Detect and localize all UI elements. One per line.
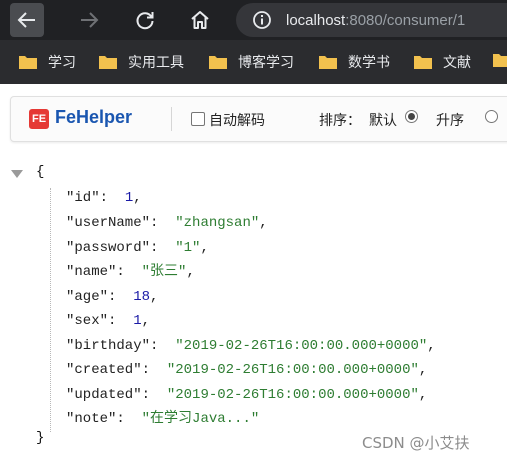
forward-button[interactable]: [72, 3, 106, 37]
json-value: "2019-02-26T16:00:00.000+0000": [166, 362, 419, 378]
json-key: "birthday": [66, 338, 151, 354]
sort-default-radio[interactable]: [405, 110, 418, 123]
json-value: "1": [175, 240, 201, 256]
bookmark-folder-math[interactable]: 数学书: [318, 52, 390, 72]
json-close-brace: }: [36, 430, 45, 446]
bookmark-folder-tools[interactable]: 实用工具: [98, 52, 184, 72]
folder-icon: [319, 56, 337, 69]
json-key: "created": [66, 362, 142, 378]
watermark-text: CSDN @小艾扶: [362, 434, 470, 452]
reload-icon: [136, 12, 154, 30]
json-row-username: "userName": "zhangsan",: [66, 215, 268, 231]
json-value: 18: [133, 289, 151, 305]
sort-asc-radio[interactable]: [485, 110, 498, 123]
json-value: "zhangsan": [175, 215, 260, 231]
json-row-note: "note": "在学习Java...": [66, 411, 260, 427]
fehelper-toolbar: FE FeHelper 自动解码 排序： 默认 升序: [10, 96, 507, 142]
json-key: "userName": [66, 215, 151, 231]
json-row-birthday: "birthday": "2019-02-26T16:00:00.000+000…: [66, 338, 436, 354]
home-button[interactable]: [183, 3, 217, 37]
json-key: "name": [66, 264, 117, 280]
json-key: "note": [66, 411, 117, 427]
folder-icon: [493, 54, 507, 67]
bookmarks-bar: 学习 实用工具 博客学习 数学书 文献: [0, 40, 507, 84]
fehelper-logo-icon: FE: [29, 109, 49, 129]
json-value: "2019-02-26T16:00:00.000+0000": [166, 387, 419, 403]
arrow-right-icon: [81, 12, 99, 28]
json-value: "在学习Java...": [141, 411, 260, 427]
bookmark-label: 实用工具: [128, 54, 184, 70]
json-key: "id": [66, 190, 100, 206]
sort-default-label[interactable]: 默认: [369, 110, 397, 130]
toolbar-divider: [171, 107, 172, 131]
json-row-updated: "updated": "2019-02-26T16:00:00.000+0000…: [66, 387, 428, 403]
auto-decode-label[interactable]: 自动解码: [209, 110, 265, 130]
json-open-brace: {: [36, 164, 45, 180]
bookmark-folder-papers[interactable]: 文献: [413, 52, 471, 72]
sort-asc-label[interactable]: 升序: [436, 110, 464, 130]
bookmark-folder-more[interactable]: [492, 52, 507, 68]
collapse-triangle-icon[interactable]: [11, 170, 23, 178]
folder-icon: [414, 56, 432, 69]
info-circle-icon[interactable]: [252, 10, 272, 30]
address-bar[interactable]: localhost:8080/consumer/1: [236, 3, 507, 37]
json-value: 1: [124, 190, 134, 206]
reload-button[interactable]: [128, 3, 162, 37]
url-host: localhost: [286, 11, 346, 29]
json-row-sex: "sex": 1,: [66, 313, 151, 329]
json-key: "sex": [66, 313, 109, 329]
json-key: "age": [66, 289, 109, 305]
indent-guide: [50, 188, 51, 432]
arrow-left-icon: [17, 12, 35, 28]
json-row-id: "id": 1,: [66, 190, 142, 206]
bookmark-label: 博客学习: [238, 54, 294, 70]
folder-icon: [209, 56, 227, 69]
json-row-name: "name": "张三",: [66, 264, 195, 280]
sort-label: 排序：: [319, 112, 361, 128]
bookmark-folder-study[interactable]: 学习: [18, 52, 76, 72]
bookmark-label: 学习: [48, 54, 76, 70]
json-value: 1: [133, 313, 142, 329]
back-button[interactable]: [10, 3, 44, 37]
folder-icon: [19, 56, 37, 69]
json-row-created: "created": "2019-02-26T16:00:00.000+0000…: [66, 362, 428, 378]
url-path: :8080/consumer/1: [345, 11, 466, 29]
bookmark-folder-blog[interactable]: 博客学习: [208, 52, 294, 72]
json-key: "updated": [66, 387, 142, 403]
fehelper-title: FeHelper: [55, 107, 133, 127]
json-key: "password": [66, 240, 151, 256]
json-value: "张三": [141, 264, 187, 280]
home-icon: [191, 11, 209, 29]
json-value: "2019-02-26T16:00:00.000+0000": [175, 338, 428, 354]
browser-toolbar: localhost:8080/consumer/1: [0, 0, 507, 40]
json-row-password: "password": "1",: [66, 240, 209, 256]
json-row-age: "age": 18,: [66, 289, 159, 305]
folder-icon: [99, 56, 117, 69]
auto-decode-checkbox[interactable]: [191, 112, 205, 126]
bookmark-label: 数学书: [348, 54, 390, 70]
bookmark-label: 文献: [443, 54, 471, 70]
url-text[interactable]: localhost:8080/consumer/1: [286, 12, 465, 29]
json-viewer: { "id": 1, "userName": "zhangsan", "pass…: [0, 160, 507, 460]
